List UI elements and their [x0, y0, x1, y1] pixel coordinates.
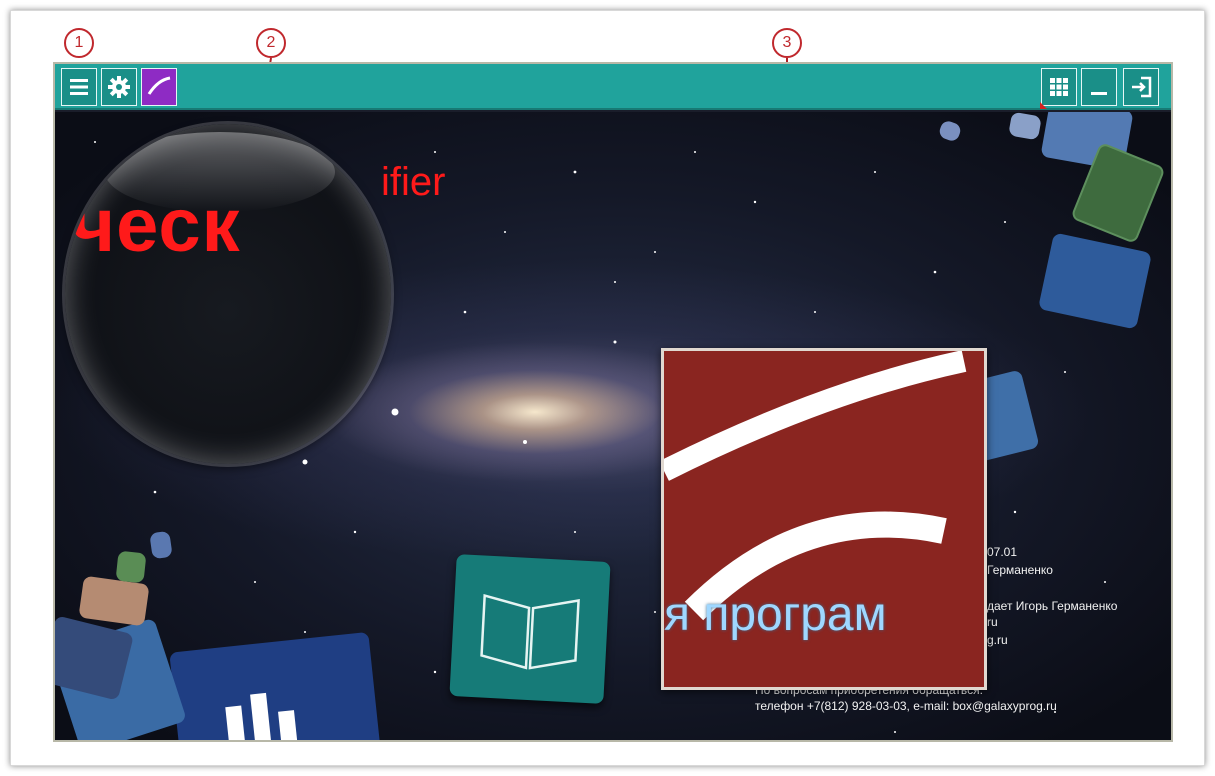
- floating-tile-small-3: [115, 550, 147, 584]
- title-bar: [55, 64, 1171, 110]
- minimize-icon: [1091, 92, 1107, 95]
- galaxy-background: ческ ifier 07.01 Германенко дает Игорь Г…: [55, 112, 1171, 740]
- book-icon: [480, 593, 580, 670]
- callout-1: 1: [64, 28, 94, 58]
- info-publisher: дает Игорь Германенко: [987, 599, 1118, 613]
- exit-button[interactable]: [1123, 68, 1159, 106]
- callout-2: 2: [256, 28, 286, 58]
- app-logo-button[interactable]: [141, 68, 177, 106]
- info-site-1: ru: [987, 615, 998, 629]
- zoom-window[interactable]: я програм: [661, 348, 987, 690]
- magnifier-lens[interactable]: ческ: [65, 124, 391, 464]
- info-version: 07.01: [987, 545, 1018, 559]
- contact-line: телефон +7(812) 928-03-03, e-mail: box@g…: [755, 699, 1057, 713]
- zoomed-text: я програм: [664, 588, 887, 641]
- grid-view-button[interactable]: [1040, 68, 1077, 109]
- lens-highlight: [105, 132, 335, 212]
- callout-3: 3: [772, 28, 802, 58]
- floating-tile-book: [449, 554, 611, 704]
- app-logo-icon: [147, 76, 171, 95]
- app-window: ческ ifier 07.01 Германенко дает Игорь Г…: [53, 62, 1173, 742]
- minimize-button[interactable]: [1081, 68, 1117, 106]
- floating-tile-small-4: [149, 530, 173, 560]
- settings-button[interactable]: [101, 68, 137, 106]
- floating-tile-diagram: [78, 575, 150, 627]
- title-fragment: ifier: [381, 160, 446, 204]
- menu-icon: [70, 79, 88, 95]
- grid-icon: [1050, 78, 1068, 96]
- menu-button[interactable]: [61, 68, 97, 106]
- notification-marker: [1040, 102, 1047, 109]
- info-author: Германенко: [987, 563, 1053, 577]
- exit-icon: [1132, 76, 1152, 98]
- info-site-2: g.ru: [987, 633, 1008, 647]
- gear-icon: [108, 76, 130, 98]
